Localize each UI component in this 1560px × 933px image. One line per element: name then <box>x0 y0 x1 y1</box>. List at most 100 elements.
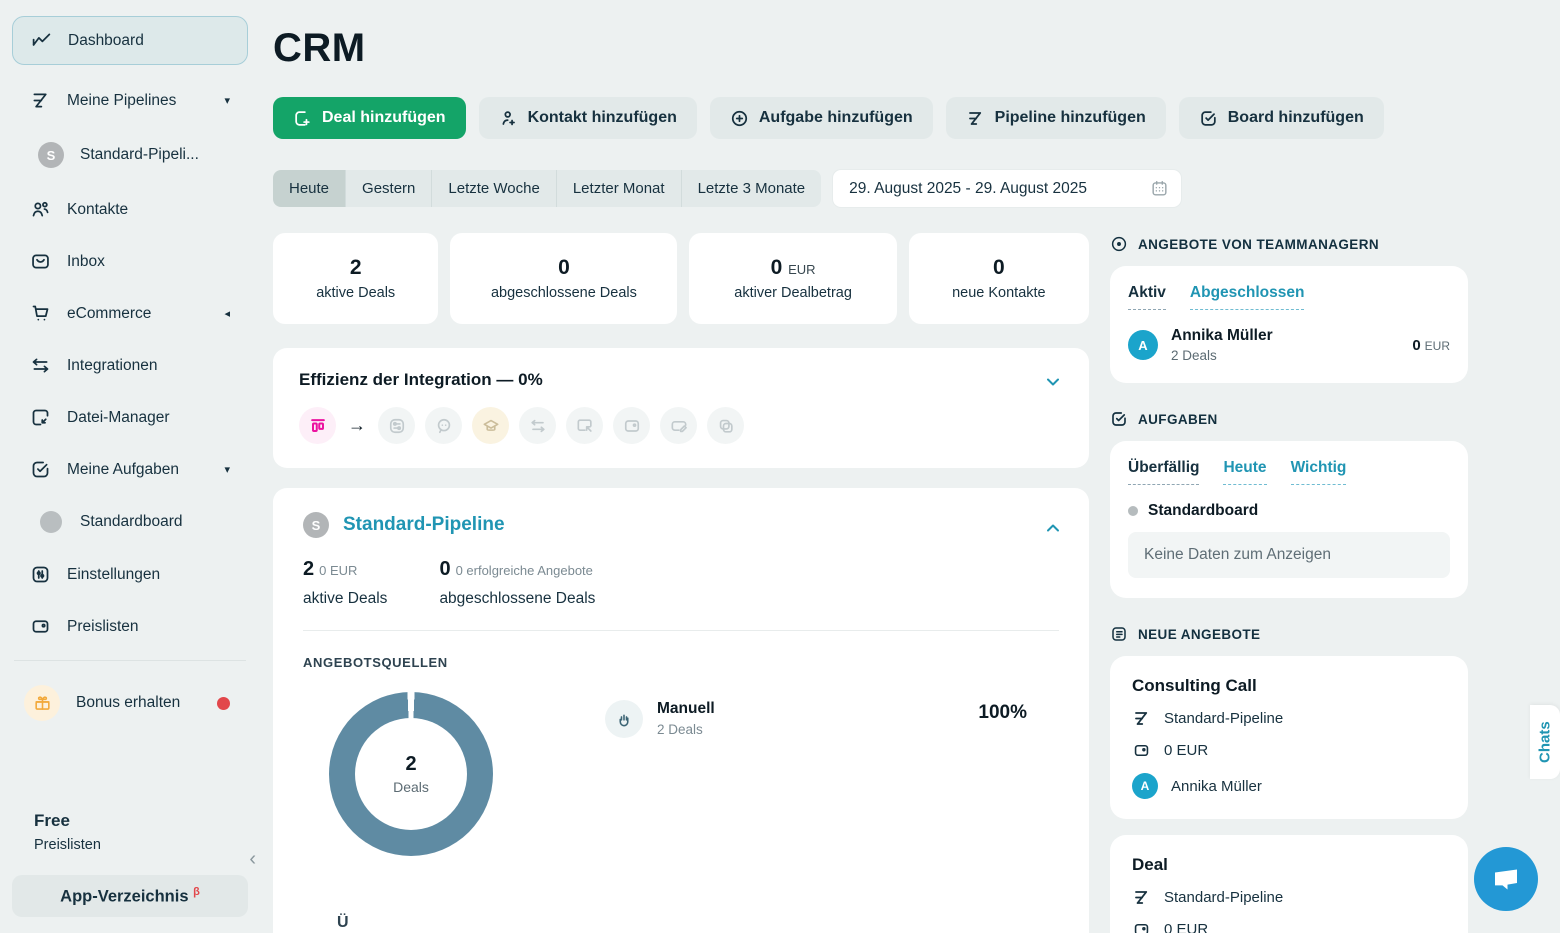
offer-owner-row: A Annika Müller <box>1132 773 1446 799</box>
sidebar-item-bonus[interactable]: Bonus erhalten <box>12 677 248 729</box>
chat-bubble-icon[interactable] <box>425 407 462 444</box>
pipeline-icon <box>966 109 985 128</box>
sidebar-item-kontakte[interactable]: Kontakte <box>12 191 248 228</box>
tab-ueberfaellig[interactable]: Überfällig <box>1128 459 1199 485</box>
settings-sliders-icon <box>30 564 51 585</box>
note-edit-icon[interactable] <box>660 407 697 444</box>
integration-title: Effizienz der Integration — 0% <box>299 370 1063 390</box>
offer-card[interactable]: Consulting Call Standard-Pipeline 0 EUR … <box>1110 656 1468 819</box>
donut-chart[interactable]: 2 Deals <box>329 692 493 856</box>
chat-fab-button[interactable] <box>1474 847 1538 911</box>
notification-dot <box>217 697 230 710</box>
app-directory-button[interactable]: App-Verzeichnis β <box>12 875 248 917</box>
stat-active-deal-amount: 0 EUR aktiver Dealbetrag <box>689 233 896 324</box>
sidebar-item-label: Meine Pipelines <box>67 92 176 110</box>
tab-letzte-3-monate[interactable]: Letzte 3 Monate <box>682 170 822 207</box>
sidebar-item-label: Inbox <box>67 253 105 271</box>
offer-amount-row: 0 EUR <box>1132 741 1446 760</box>
kanban-icon[interactable] <box>299 407 336 444</box>
pipeline-icon <box>1132 709 1151 728</box>
mail-icon <box>30 251 51 272</box>
chevron-down-icon[interactable]: ▾ <box>224 463 230 476</box>
page-title: CRM <box>273 26 1363 71</box>
sidebar-item-einstellungen[interactable]: Einstellungen <box>12 556 248 593</box>
sidebar-collapse-icon[interactable]: ‹ <box>245 844 260 875</box>
swap-arrows-icon[interactable] <box>519 407 556 444</box>
copy-icon[interactable] <box>707 407 744 444</box>
file-manager-icon <box>30 407 51 428</box>
sidebar-item-dashboard[interactable]: Dashboard <box>12 16 248 65</box>
sidebar-item-label: Einstellungen <box>67 566 160 584</box>
sidebar-item-label: Standardboard <box>80 513 183 531</box>
add-contact-button[interactable]: Kontakt hinzufügen <box>479 97 697 139</box>
chevron-down-icon[interactable]: ▾ <box>224 94 230 107</box>
tasks-header: AUFGABEN <box>1110 410 1468 428</box>
browser-click-icon[interactable] <box>566 407 603 444</box>
team-offers-header: ANGEBOTE VON TEAMMANAGERN <box>1110 235 1468 253</box>
chats-side-tab[interactable]: Chats <box>1530 705 1560 779</box>
sidebar-item-label: Preislisten <box>67 618 139 636</box>
tab-heute[interactable]: Heute <box>273 170 346 207</box>
form-toggles-icon[interactable] <box>378 407 415 444</box>
offer-card[interactable]: Deal Standard-Pipeline 0 EUR A Annika Mü… <box>1110 835 1468 933</box>
pipeline-title-link[interactable]: Standard-Pipeline <box>343 514 505 536</box>
person-plus-icon <box>499 109 518 128</box>
pipeline-icon <box>30 90 51 111</box>
empty-state-message: Keine Daten zum Anzeigen <box>1128 532 1450 578</box>
date-range-value: 29. August 2025 - 29. August 2025 <box>849 180 1087 198</box>
sidebar-footer: Free Preislisten App-Verzeichnis β <box>0 811 260 933</box>
wallet-icon <box>1132 741 1151 760</box>
sidebar-item-preislisten[interactable]: Preislisten <box>12 608 248 645</box>
circle-dot-icon <box>1110 235 1128 253</box>
add-task-button[interactable]: Aufgabe hinzufügen <box>710 97 933 139</box>
tab-letzte-woche[interactable]: Letzte Woche <box>432 170 556 207</box>
beta-badge: β <box>193 886 200 898</box>
right-panel: ANGEBOTE VON TEAMMANAGERN Aktiv Abgeschl… <box>1110 235 1468 933</box>
toolbar: Deal hinzufügen Kontakt hinzufügen Aufga… <box>273 97 1363 139</box>
chevron-left-icon[interactable]: ◂ <box>224 307 230 320</box>
avatar: A <box>1128 330 1158 360</box>
wallet-icon[interactable] <box>613 407 650 444</box>
tasks-card: Überfällig Heute Wichtig Standardboard K… <box>1110 441 1468 598</box>
manager-row[interactable]: A Annika Müller 2 Deals 0EUR <box>1128 327 1450 363</box>
legend-percentage: 100% <box>978 702 1027 724</box>
plan-pricing-link[interactable]: Preislisten <box>12 837 248 853</box>
pipeline-stats: 20 EUR aktive Deals 00 erfolgreiche Ange… <box>303 558 1059 608</box>
sidebar-item-standard-pipeline[interactable]: S Standard-Pipeli... <box>12 134 248 176</box>
offer-amount-row: 0 EUR <box>1132 920 1446 933</box>
chevron-down-icon[interactable] <box>1043 372 1063 392</box>
sidebar-item-datei-manager[interactable]: Datei-Manager <box>12 399 248 436</box>
tab-heute[interactable]: Heute <box>1223 459 1266 485</box>
tab-letzter-monat[interactable]: Letzter Monat <box>557 170 682 207</box>
check-square-icon <box>30 459 51 480</box>
pipeline-icon <box>1132 888 1151 907</box>
swap-arrows-icon <box>30 355 51 376</box>
standard-pipeline-card: S Standard-Pipeline 20 EUR aktive Deals … <box>273 488 1089 933</box>
chart-legend-item[interactable]: Manuell 2 Deals <box>605 700 715 738</box>
pipeline-avatar: S <box>38 142 64 168</box>
tab-wichtig[interactable]: Wichtig <box>1291 459 1347 485</box>
tab-aktiv[interactable]: Aktiv <box>1128 284 1166 310</box>
date-range-picker[interactable]: 29. August 2025 - 29. August 2025 <box>833 170 1181 207</box>
tab-gestern[interactable]: Gestern <box>346 170 432 207</box>
avatar: A <box>1132 773 1158 799</box>
donut-center: 2 Deals <box>355 718 467 830</box>
add-deal-button[interactable]: Deal hinzufügen <box>273 97 466 139</box>
sidebar-item-standardboard[interactable]: Standardboard <box>12 503 248 541</box>
sidebar: Dashboard Meine Pipelines ▾ S Standard-P… <box>0 0 260 933</box>
integration-icons-row: → <box>299 407 1063 444</box>
education-cap-icon[interactable] <box>472 407 509 444</box>
sidebar-item-meine-aufgaben[interactable]: Meine Aufgaben ▾ <box>12 451 248 488</box>
tab-abgeschlossen[interactable]: Abgeschlossen <box>1190 284 1305 310</box>
sidebar-item-inbox[interactable]: Inbox <box>12 243 248 280</box>
sidebar-item-label: Bonus erhalten <box>76 694 180 712</box>
sidebar-item-integrationen[interactable]: Integrationen <box>12 347 248 384</box>
sidebar-item-ecommerce[interactable]: eCommerce ◂ <box>12 295 248 332</box>
add-board-button[interactable]: Board hinzufügen <box>1179 97 1384 139</box>
sidebar-item-pipelines[interactable]: Meine Pipelines ▾ <box>12 82 248 119</box>
contacts-icon <box>30 199 51 220</box>
chevron-up-icon[interactable] <box>1043 518 1063 538</box>
add-pipeline-button[interactable]: Pipeline hinzufügen <box>946 97 1166 139</box>
manual-source-icon <box>605 700 643 738</box>
wallet-icon <box>30 616 51 637</box>
